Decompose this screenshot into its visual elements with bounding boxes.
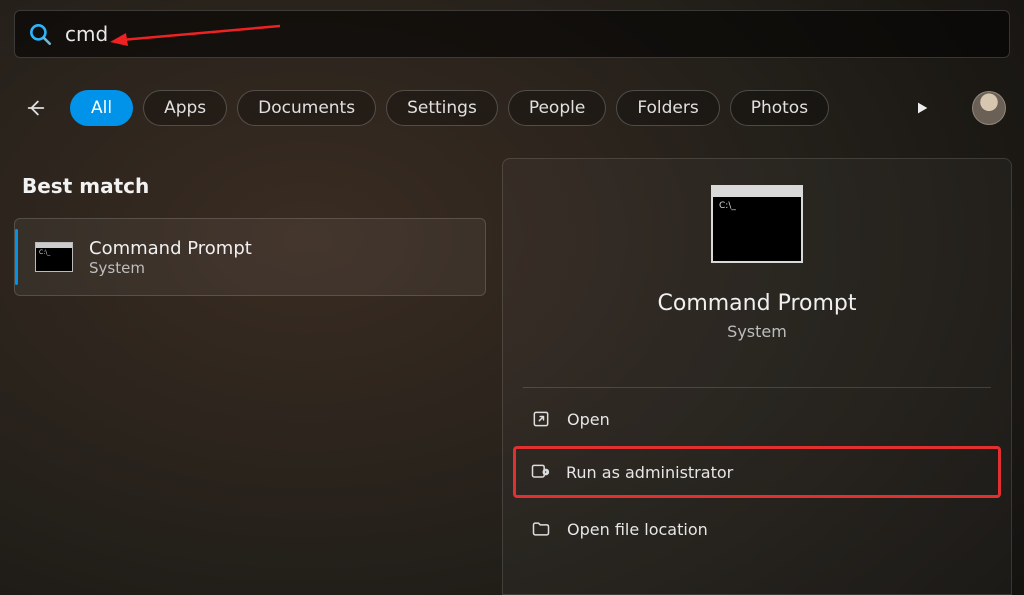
action-open-label: Open	[567, 410, 610, 429]
result-card[interactable]: Command Prompt System	[14, 218, 486, 296]
filter-row: All Apps Documents Settings People Folde…	[18, 86, 1006, 130]
filter-settings[interactable]: Settings	[386, 90, 498, 126]
section-heading: Best match	[22, 174, 149, 198]
back-button[interactable]	[18, 90, 54, 126]
action-admin-label: Run as administrator	[566, 463, 733, 482]
search-icon	[27, 21, 53, 47]
result-text: Command Prompt System	[89, 238, 252, 277]
filter-photos[interactable]: Photos	[730, 90, 829, 126]
cmd-thumb-icon	[35, 242, 73, 272]
filter-all[interactable]: All	[70, 90, 133, 126]
search-input[interactable]	[65, 22, 997, 46]
filter-documents[interactable]: Documents	[237, 90, 376, 126]
result-subtitle: System	[89, 259, 252, 277]
arrow-left-icon	[25, 97, 47, 119]
details-subtitle: System	[503, 322, 1011, 341]
action-open[interactable]: Open	[517, 394, 997, 444]
open-icon	[531, 409, 551, 429]
admin-icon	[530, 462, 550, 482]
play-icon	[914, 100, 930, 116]
chat-button[interactable]	[908, 94, 936, 122]
result-title: Command Prompt	[89, 238, 252, 259]
search-bar[interactable]	[14, 10, 1010, 58]
details-pane: Command Prompt System Open Run as admini…	[502, 158, 1012, 595]
cmd-large-icon	[711, 185, 803, 263]
folder-icon	[531, 519, 551, 539]
user-avatar[interactable]	[972, 91, 1006, 125]
action-open-file-location[interactable]: Open file location	[517, 504, 997, 554]
filter-apps[interactable]: Apps	[143, 90, 227, 126]
filter-folders[interactable]: Folders	[616, 90, 719, 126]
action-location-label: Open file location	[567, 520, 708, 539]
details-title: Command Prompt	[503, 291, 1011, 316]
separator	[523, 387, 991, 388]
filter-people[interactable]: People	[508, 90, 606, 126]
action-run-as-admin[interactable]: Run as administrator	[513, 446, 1001, 498]
